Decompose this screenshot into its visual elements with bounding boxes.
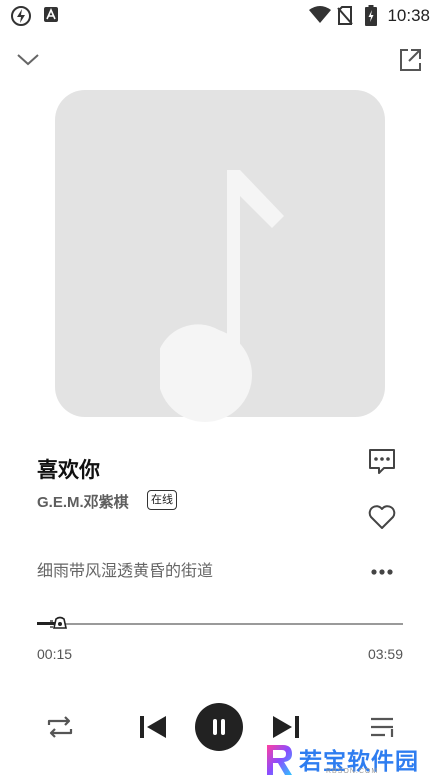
time-elapsed: 00:15 (37, 646, 73, 662)
repeat-icon (40, 716, 80, 751)
flash-icon (10, 5, 32, 32)
status-time: 10:38 (387, 6, 430, 25)
online-badge: 在线 (147, 490, 177, 510)
share-icon (394, 49, 426, 80)
wifi-icon (309, 6, 331, 29)
share-button[interactable] (394, 44, 426, 76)
more-icon (366, 569, 398, 592)
battery-charging-icon (365, 5, 377, 31)
previous-button[interactable] (133, 707, 173, 747)
lyric-line[interactable]: 细雨带风湿透黄昏的街道 (37, 557, 213, 581)
collapse-button[interactable] (12, 44, 44, 76)
watermark-sub: RBSON.COM (326, 768, 379, 775)
progress-knob[interactable] (49, 615, 71, 638)
watermark: 若宝软件园 RBSON.COM (258, 738, 440, 782)
song-title: 喜欢你 (37, 459, 100, 482)
music-note-icon (156, 170, 340, 445)
watermark-logo-icon (261, 742, 297, 783)
bell-icon (49, 616, 71, 637)
comment-button[interactable] (366, 446, 398, 478)
play-pause-button[interactable] (195, 703, 243, 751)
status-bar: 10:38 (0, 0, 440, 32)
chevron-down-icon (12, 54, 44, 80)
more-button[interactable] (366, 556, 398, 588)
artist-name[interactable]: G.E.M.邓紫棋 (37, 491, 129, 512)
favorite-button[interactable] (366, 501, 398, 533)
album-art (55, 90, 385, 422)
comment-icon (366, 449, 398, 482)
no-sim-icon (337, 6, 353, 30)
repeat-button[interactable] (40, 707, 80, 747)
time-total: 03:59 (367, 646, 403, 662)
previous-icon (133, 716, 173, 751)
progress-track[interactable] (37, 623, 403, 625)
a-icon (44, 7, 58, 27)
heart-icon (366, 505, 398, 537)
pause-icon (195, 719, 243, 755)
